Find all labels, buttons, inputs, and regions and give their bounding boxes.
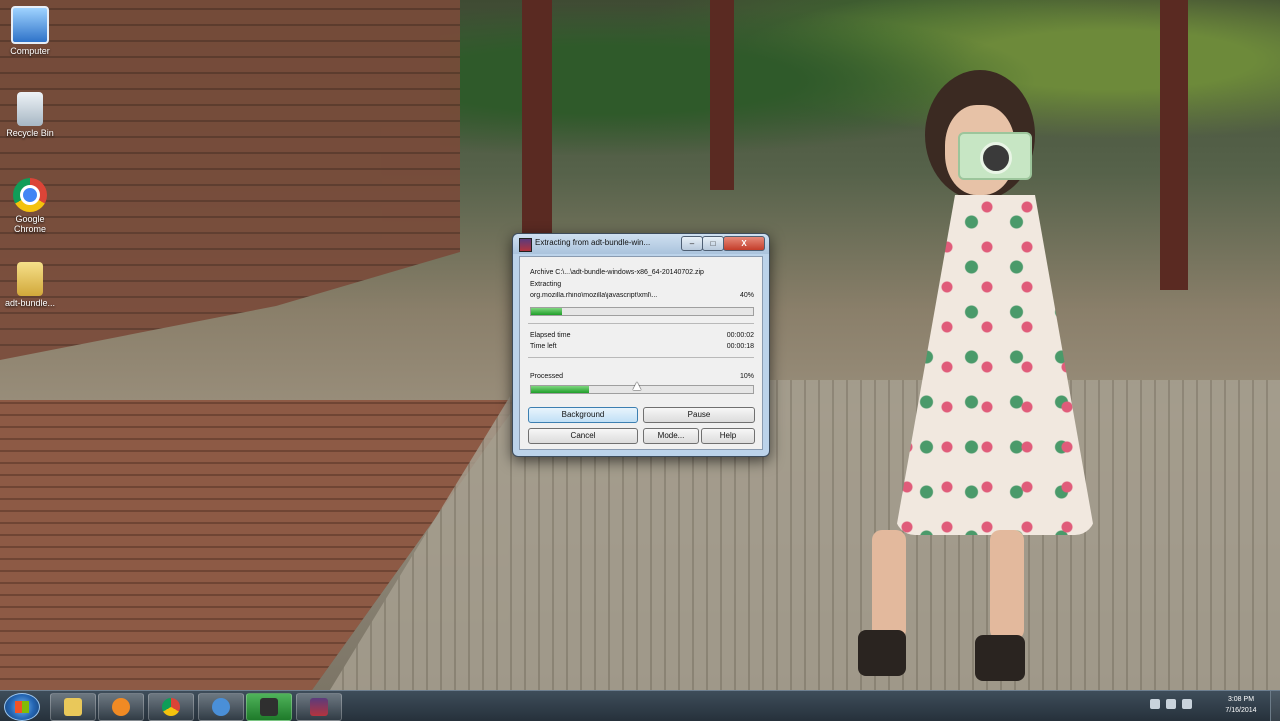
processed-label: Processed <box>530 373 564 380</box>
total-progress-fill <box>531 386 589 393</box>
time-left-label: Time left <box>530 343 557 350</box>
background-button[interactable]: Background <box>528 407 638 423</box>
mouse-cursor-icon: ▲ <box>630 377 644 393</box>
divider <box>528 357 754 358</box>
wallpaper-pole <box>522 0 552 235</box>
maximize-button[interactable]: □ <box>702 236 724 251</box>
taskbar-item-tool[interactable] <box>246 693 292 721</box>
cancel-button[interactable]: Cancel <box>528 428 638 444</box>
chrome-icon <box>13 178 47 212</box>
winrar-icon <box>310 698 328 716</box>
winrar-icon <box>519 238 532 252</box>
windows-logo-icon <box>15 701 29 713</box>
close-button[interactable]: X <box>723 236 765 251</box>
wallpaper-pole <box>710 0 734 190</box>
desktop-icon-adt-bundle[interactable]: adt-bundle... <box>4 262 56 308</box>
desktop-icon-computer[interactable]: Computer <box>4 6 56 56</box>
desktop-icon-label: adt-bundle... <box>4 298 56 308</box>
desktop-icon-label: Recycle Bin <box>6 128 54 138</box>
elapsed-label: Elapsed time <box>530 332 571 339</box>
taskbar-item-chrome[interactable] <box>148 693 194 721</box>
media-player-icon <box>112 698 130 716</box>
taskbar-item-winrar[interactable] <box>296 693 342 721</box>
show-desktop-button[interactable] <box>1270 691 1280 721</box>
wallpaper-girl-leg <box>872 530 906 640</box>
archive-path: Archive C:\...\adt-bundle-windows-x86_64… <box>530 269 704 276</box>
taskbar-item-browser[interactable] <box>198 693 244 721</box>
zip-folder-icon <box>17 262 43 296</box>
dialog-body: Archive C:\...\adt-bundle-windows-x86_64… <box>519 256 763 450</box>
wallpaper-pole <box>1160 0 1188 290</box>
extraction-dialog: Extracting from adt-bundle-win... – □ X … <box>512 233 770 457</box>
wallpaper-girl-shoe <box>975 635 1025 681</box>
taskbar-clock[interactable]: 3:08 PM 7/16/2014 <box>1216 694 1266 716</box>
flag-icon[interactable] <box>1150 699 1160 709</box>
time-left-value: 00:00:18 <box>726 343 754 350</box>
desktop-icon-recycle-bin[interactable]: Recycle Bin <box>4 92 56 138</box>
wallpaper-girl-dress <box>895 195 1095 535</box>
wallpaper-girl-shoe <box>858 630 906 676</box>
wallpaper-girl-leg <box>990 530 1024 640</box>
tool-icon <box>260 698 278 716</box>
taskbar-item-media-player[interactable] <box>98 693 144 721</box>
clock-date: 7/16/2014 <box>1225 707 1257 714</box>
current-percent: 40% <box>739 292 754 299</box>
desktop-icon-label: Google Chrome <box>13 214 46 234</box>
mode-button[interactable]: Mode... <box>643 428 699 444</box>
computer-icon <box>11 6 49 44</box>
pause-button[interactable]: Pause <box>643 407 755 423</box>
wallpaper-foliage <box>440 0 1280 200</box>
chrome-icon <box>162 698 180 716</box>
network-icon[interactable] <box>1166 699 1176 709</box>
clock-time: 3:08 PM <box>1227 696 1255 703</box>
help-button[interactable]: Help <box>701 428 755 444</box>
recycle-bin-icon <box>17 92 43 126</box>
system-tray <box>1150 699 1192 709</box>
globe-icon <box>212 698 230 716</box>
wallpaper-brick-wall <box>0 0 460 360</box>
volume-icon[interactable] <box>1182 699 1192 709</box>
extracting-label: Extracting <box>530 281 562 288</box>
divider <box>528 323 754 324</box>
desktop-icon-label: Computer <box>10 46 50 56</box>
elapsed-value: 00:00:02 <box>726 332 754 339</box>
desktop-icon-chrome[interactable]: Google Chrome <box>4 178 56 234</box>
current-file: org.mozilla.rhino\mozilla\javascript\xml… <box>530 292 658 299</box>
current-file-progress <box>530 307 754 316</box>
wallpaper-camera <box>958 132 1032 180</box>
dialog-titlebar[interactable]: Extracting from adt-bundle-win... – □ X <box>513 234 769 254</box>
taskbar: 3:08 PM 7/16/2014 <box>0 690 1280 721</box>
start-button[interactable] <box>4 693 40 721</box>
current-file-progress-fill <box>531 308 563 315</box>
dialog-title: Extracting from adt-bundle-win... <box>535 238 651 247</box>
taskbar-item-explorer[interactable] <box>50 693 96 721</box>
minimize-button[interactable]: – <box>681 236 703 251</box>
folder-icon <box>64 698 82 716</box>
processed-percent: 10% <box>739 373 754 380</box>
